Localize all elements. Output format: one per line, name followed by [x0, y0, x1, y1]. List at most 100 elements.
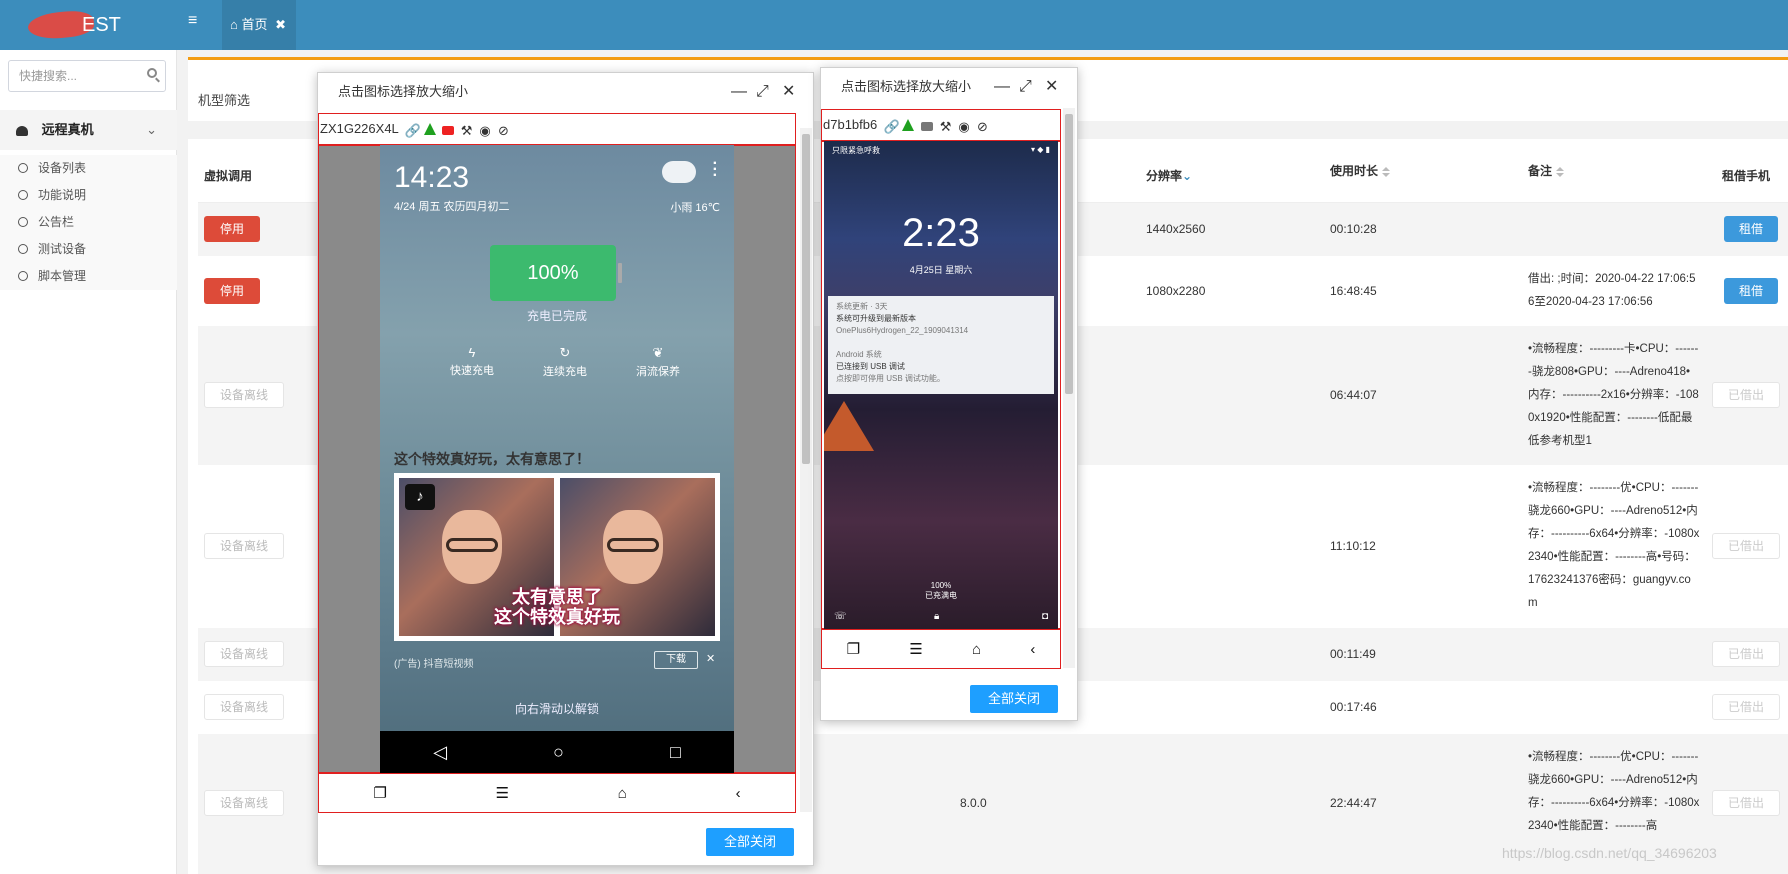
sidebar-item-feature-docs[interactable]: 功能说明 — [0, 182, 177, 209]
notif2-title: 已连接到 USB 调试 — [836, 362, 905, 371]
hammer-icon[interactable]: ⚒ — [461, 117, 473, 138]
rent-button[interactable]: 租借 — [1724, 278, 1778, 304]
windows-icon[interactable]: ❐ — [373, 784, 386, 802]
charge-modes: ϟ 快速充电 ↻ 连续充电 ❦ 涓流保养 — [450, 345, 680, 379]
window2-scroll-thumb[interactable] — [1065, 114, 1073, 394]
lent-out-button[interactable]: 已借出 — [1712, 533, 1780, 559]
battery-level: 100% — [527, 262, 579, 284]
eye-icon[interactable]: ◉ — [958, 113, 970, 134]
leaf-icon: ❦ — [652, 345, 664, 360]
nav-items: 设备列表 功能说明 公告栏 测试设备 脚本管理 — [0, 155, 177, 290]
menu-icon[interactable]: ☰ — [496, 784, 509, 802]
close-icon[interactable]: ✕ — [1045, 68, 1058, 106]
window1-scroll-thumb[interactable] — [802, 134, 810, 464]
cloud-icon — [662, 161, 696, 183]
nav-group-remote-device[interactable]: 远程真机 ⌄ — [0, 110, 177, 150]
eye-icon[interactable]: ◉ — [479, 117, 491, 138]
tab-close-icon[interactable]: ✖ — [275, 17, 286, 32]
home-circle-icon[interactable]: ○ — [553, 742, 564, 763]
memoji-face — [603, 509, 664, 584]
top-header: EST ≡ ⌂ 首页 ✖ — [0, 0, 1788, 50]
col-header-resolution-label: 分辨率 — [1146, 169, 1183, 183]
device-offline-button[interactable]: 设备离线 — [204, 790, 284, 816]
device-screen-2[interactable]: 只限紧急呼救 ▾ ◆ ▮ 2:23 4月25日 星期六 系统更新 · 3天 系统… — [824, 141, 1058, 629]
link-icon[interactable]: 🔗 — [405, 117, 421, 138]
minimize-icon[interactable]: — — [731, 73, 747, 111]
col-header-remark-label: 备注 — [1528, 164, 1553, 178]
resolution-cell: 1440x2560 — [1146, 222, 1206, 236]
recents-square-icon[interactable]: □ — [670, 742, 681, 763]
windows-icon[interactable]: ❐ — [847, 640, 860, 658]
window2-scrollbar[interactable] — [1063, 108, 1075, 668]
menu-icon[interactable]: ☰ — [909, 640, 922, 658]
hammer-icon[interactable]: ⚒ — [940, 113, 952, 134]
device-offline-button[interactable]: 设备离线 — [204, 641, 284, 667]
search-icon[interactable] — [147, 68, 157, 78]
ad-download-button[interactable]: 下载 — [654, 651, 698, 669]
notif-app: 系统更新 · 3天 — [836, 302, 888, 311]
close-icon[interactable]: ✕ — [782, 73, 795, 111]
charge-mode-label: 快速充电 — [450, 365, 494, 377]
keyboard-icon[interactable] — [442, 126, 455, 135]
ad-close-icon[interactable]: ✕ — [706, 652, 715, 665]
disable-button[interactable]: 停用 — [204, 278, 260, 304]
device-toolbar: d7b1bfb6 🔗 ⚒ ◉ ⊘ — [822, 111, 989, 139]
device-offline-button[interactable]: 设备离线 — [204, 533, 284, 559]
minimize-icon[interactable]: — — [994, 68, 1010, 106]
eye-slash-icon[interactable]: ⊘ — [977, 113, 989, 134]
home-icon[interactable]: ⌂ — [972, 641, 981, 658]
sidebar-item-announcements[interactable]: 公告栏 — [0, 209, 177, 236]
charge-mode-fast: ϟ 快速充电 — [450, 345, 494, 379]
back-chevron-icon[interactable]: ‹ — [1030, 641, 1035, 658]
close-all-button[interactable]: 全部关闭 — [706, 828, 794, 856]
lent-out-button[interactable]: 已借出 — [1712, 641, 1780, 667]
version-cell: 8.0.0 — [960, 796, 987, 810]
window1-scrollbar[interactable] — [800, 128, 812, 812]
device-offline-button[interactable]: 设备离线 — [204, 382, 284, 408]
eye-slash-icon[interactable]: ⊘ — [498, 117, 510, 138]
sidebar-item-device-list[interactable]: 设备列表 — [0, 155, 177, 182]
circle-icon — [18, 190, 28, 200]
rent-button[interactable]: 租借 — [1724, 216, 1778, 242]
menu-toggle-icon[interactable]: ≡ — [188, 12, 197, 30]
watermark: https://blog.csdn.net/qq_34696203 — [1502, 845, 1717, 861]
home-icon[interactable]: ⌂ — [618, 785, 627, 802]
charge-status: 已充满电 — [925, 591, 957, 600]
ad-image[interactable]: ♪ 太有意思了 这个特效真好玩 — [394, 473, 720, 641]
col-header-remark[interactable]: 备注 — [1528, 162, 1564, 181]
lent-out-button[interactable]: 已借出 — [1712, 694, 1780, 720]
sidebar-item-test-devices[interactable]: 测试设备 — [0, 236, 177, 263]
sidebar-search-input[interactable]: 快捷搜索... — [8, 60, 166, 92]
keyboard-icon[interactable] — [921, 122, 934, 131]
link-icon[interactable]: 🔗 — [884, 113, 900, 134]
cursor-icon[interactable] — [902, 119, 915, 131]
resolution-cell: 1080x2280 — [1146, 284, 1206, 298]
maximize-icon[interactable]: ⤢ — [756, 73, 769, 111]
lock-date: 4/24 周五 农历四月初二 — [394, 201, 510, 213]
battery-indicator: 100% — [490, 245, 622, 301]
duration-cell: 00:11:49 — [1330, 647, 1376, 661]
circle-icon — [18, 163, 28, 173]
remark-cell: •流畅程度：--------优•CPU：-------骁龙660•GPU：---… — [1528, 482, 1700, 609]
duration-cell: 22:44:47 — [1330, 796, 1377, 810]
maximize-icon[interactable]: ⤢ — [1019, 68, 1032, 106]
close-all-button[interactable]: 全部关闭 — [970, 685, 1058, 713]
tab-home[interactable]: ⌂ 首页 ✖ — [222, 0, 296, 50]
notif2-body: 点按即可停用 USB 调试功能。 — [836, 374, 945, 383]
lent-out-button[interactable]: 已借出 — [1712, 382, 1780, 408]
lent-out-button[interactable]: 已借出 — [1712, 790, 1780, 816]
back-triangle-icon[interactable]: ◁ — [433, 742, 447, 763]
device-screen-1[interactable]: 14:23 4/24 周五 农历四月初二 · · · 小雨 16℃ 100% 充电已… — [380, 145, 734, 773]
dashboard-icon — [16, 125, 28, 136]
sidebar-item-scripts[interactable]: 脚本管理 — [0, 263, 177, 290]
search-placeholder: 快捷搜索... — [19, 69, 78, 83]
back-chevron-icon[interactable]: ‹ — [736, 785, 741, 802]
app-logo[interactable]: EST — [26, 8, 178, 42]
notification-panel[interactable]: 系统更新 · 3天 系统可升级到最新版本 OnePlus6Hydrogen_22… — [828, 296, 1054, 394]
disable-button[interactable]: 停用 — [204, 216, 260, 242]
device-offline-button[interactable]: 设备离线 — [204, 694, 284, 720]
col-header-duration[interactable]: 使用时长 — [1330, 162, 1390, 181]
cursor-icon[interactable] — [423, 123, 436, 135]
window-title: 点击图标选择放大缩小 — [841, 79, 972, 94]
col-header-resolution[interactable]: 分辨率⌄ — [1146, 167, 1192, 184]
